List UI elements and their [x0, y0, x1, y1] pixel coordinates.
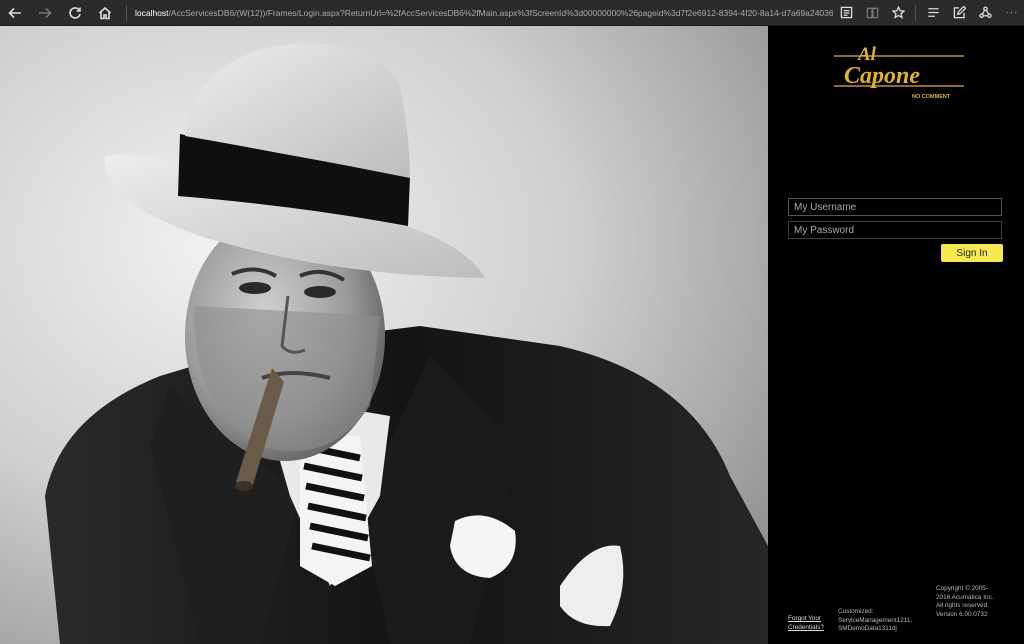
- username-input[interactable]: [788, 198, 1002, 216]
- browser-tools: [833, 0, 1024, 26]
- book-icon: [866, 7, 878, 19]
- hub-icon: [927, 8, 939, 17]
- arrow-left-icon: [8, 7, 21, 18]
- back-button[interactable]: [0, 0, 30, 26]
- forgot-line-1: Forgot Your: [788, 615, 822, 622]
- refresh-icon: [69, 6, 81, 19]
- url-divider: [126, 4, 127, 21]
- tool-divider: [915, 4, 916, 21]
- password-input[interactable]: [788, 221, 1002, 239]
- sign-in-button[interactable]: Sign In: [941, 244, 1003, 262]
- portrait-photo: [0, 26, 768, 644]
- forgot-line-2: Credentials?: [788, 623, 824, 631]
- web-note-icon: [953, 6, 966, 19]
- address-bar[interactable]: localhost/AccServicesDB6/(W(12))/Frames/…: [135, 0, 833, 26]
- copyright-info: Copyright © 2005- 2016 Acumatica Inc. Al…: [936, 585, 994, 619]
- share-icon: [978, 6, 992, 19]
- book-button[interactable]: [859, 0, 885, 26]
- web-note-button[interactable]: [946, 0, 972, 26]
- custom-line-1: Customized:: [838, 608, 874, 615]
- reading-view-button[interactable]: [833, 0, 859, 26]
- company-logo: Al Capone NO COMMENT: [834, 44, 964, 100]
- custom-line-3: SMDemoData1311dj: [838, 625, 897, 632]
- refresh-button[interactable]: [60, 0, 90, 26]
- hub-button[interactable]: [920, 0, 946, 26]
- favorite-button[interactable]: [885, 0, 911, 26]
- favorite-star-icon: [891, 6, 905, 19]
- logo-tagline: NO COMMENT: [912, 94, 951, 100]
- logo-word-capone: Capone: [844, 63, 920, 89]
- copy-line-2: 2016 Acumatica Inc.: [936, 593, 994, 601]
- browser-toolbar: localhost/AccServicesDB6/(W(12))/Frames/…: [0, 0, 1024, 26]
- forward-button[interactable]: [30, 0, 60, 26]
- copy-line-3: All rights reserved.: [936, 602, 989, 609]
- more-button[interactable]: [998, 0, 1024, 26]
- url-host: localhost: [135, 7, 169, 18]
- logo-word-al: Al: [857, 44, 877, 65]
- home-icon: [98, 6, 112, 19]
- arrow-right-icon: [39, 7, 52, 18]
- forgot-credentials-link[interactable]: Forgot Your Credentials?: [788, 615, 824, 632]
- copy-line-1: Copyright © 2005-: [936, 585, 988, 592]
- customization-info: Customized: ServiceManagement1211, SMDem…: [838, 608, 912, 634]
- more-icon: [1006, 11, 1016, 14]
- custom-line-2: ServiceManagement1211,: [838, 616, 913, 624]
- copy-line-4: Version 6.00.0732: [936, 610, 988, 618]
- share-button[interactable]: [972, 0, 998, 26]
- reading-view-icon: [840, 6, 852, 19]
- url-path: /AccServicesDB6/(W(12))/Frames/Login.asp…: [168, 7, 833, 18]
- home-button[interactable]: [90, 0, 120, 26]
- login-panel: Al Capone NO COMMENT Sign In Forgot Your…: [768, 26, 1024, 644]
- background-photo: [0, 26, 768, 644]
